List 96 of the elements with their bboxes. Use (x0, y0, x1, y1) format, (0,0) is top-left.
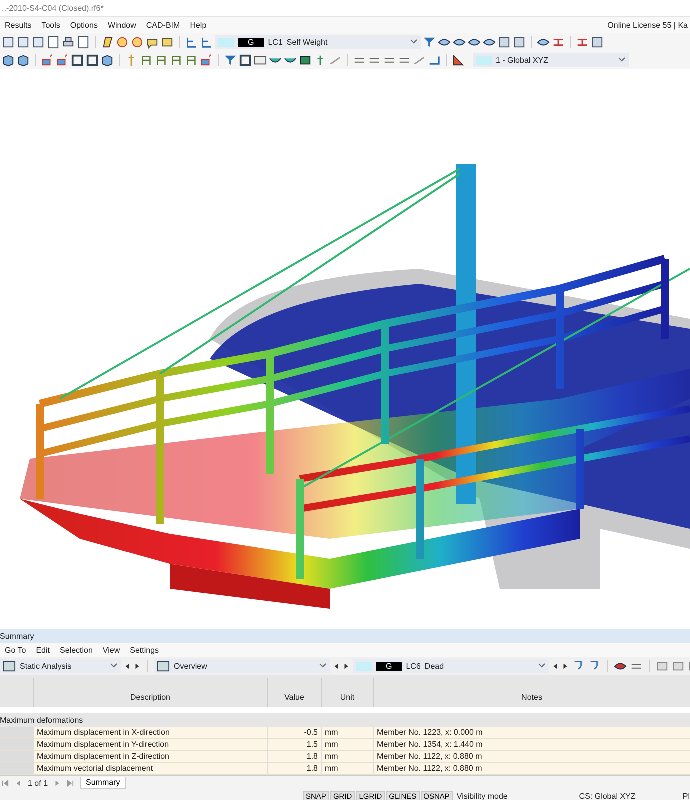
table-cell: mm (321, 739, 373, 750)
coordinate-system-label[interactable]: CS: Global XYZ (579, 792, 683, 800)
page-icon[interactable] (77, 36, 90, 48)
table-cell: mm (321, 751, 373, 762)
box-icon[interactable] (498, 36, 511, 48)
node-icon[interactable] (56, 54, 69, 66)
frame-icon[interactable] (239, 54, 252, 66)
chart-icon[interactable] (452, 54, 465, 66)
chevron-down-icon (319, 662, 327, 670)
table-cell: mm (321, 763, 373, 774)
next-icon[interactable] (562, 662, 569, 670)
menu-item[interactable]: Selection (55, 646, 98, 654)
table-cell: -0.5 (267, 727, 321, 738)
table-cell: Maximum displacement in Z-direction (33, 751, 267, 762)
cube-icon[interactable] (2, 54, 15, 66)
menu-item[interactable]: Edit (31, 646, 55, 654)
load-case-number: LC6 (406, 662, 421, 670)
table-cell: Maximum displacement in X-direction (33, 727, 267, 738)
panel-title: Summary (0, 632, 34, 640)
table-cell: 1.8 (267, 751, 321, 762)
table-icon[interactable] (32, 36, 45, 48)
table-cell: Member No. 1223, x: 0.000 m (373, 727, 690, 738)
previous-icon[interactable] (552, 662, 559, 670)
table-row[interactable]: Maximum displacement in X-direction -0.5 mm Member No. 1223, x: 0.000 m (0, 727, 690, 739)
view-selector[interactable]: 1 - Global XYZ (473, 53, 629, 67)
menu-item[interactable]: Go To (0, 646, 32, 654)
table-icon[interactable] (2, 36, 15, 48)
table-cell: mm (321, 727, 373, 738)
previous-icon[interactable] (124, 662, 131, 670)
chevron-down-icon (538, 662, 546, 670)
menu-item[interactable]: Help (185, 20, 212, 30)
box-icon[interactable] (299, 54, 312, 66)
menu-item[interactable]: Options (65, 20, 103, 30)
table-cell: 1.8 (267, 763, 321, 774)
filter-icon[interactable] (423, 36, 436, 48)
menu-item[interactable]: Window (102, 20, 142, 30)
analysis-label: Static Analysis (20, 662, 73, 670)
arrow-icon[interactable] (572, 660, 585, 672)
table-row[interactable]: Maximum vectorial displacement 1.8 mm Member No. 1122, x: 0.880 m (0, 763, 690, 775)
load-case-number: LC1 (268, 38, 283, 46)
node-icon[interactable] (41, 54, 54, 66)
frame-icon[interactable] (71, 54, 84, 66)
table-cell: Maximum vectorial displacement (33, 763, 267, 774)
menu-item[interactable]: Tools (36, 20, 66, 30)
table-cell: Maximum displacement in Y-direction (33, 739, 267, 750)
load-type-label: G (238, 38, 264, 46)
polygon-icon[interactable] (101, 36, 114, 48)
load-type-label: G (376, 662, 402, 670)
cube-icon[interactable] (17, 54, 30, 66)
load-case-name: Self Weight (286, 38, 329, 46)
analysis-dropdown[interactable]: Static Analysis (0, 659, 121, 673)
view-dropdown[interactable]: Overview (154, 659, 330, 673)
table-cell: Member No. 1354, x: 1.440 m (373, 739, 690, 750)
window-icon[interactable] (47, 36, 60, 48)
node-icon[interactable] (200, 54, 213, 66)
sheet-tab[interactable]: Summary (80, 777, 126, 789)
chevron-down-icon (110, 662, 118, 670)
table-cell: 1.5 (267, 739, 321, 750)
menu-item[interactable]: Settings (125, 646, 164, 654)
table-icon (3, 660, 16, 672)
next-icon[interactable] (343, 662, 350, 670)
previous-icon[interactable] (333, 662, 340, 670)
grid-icon[interactable] (513, 36, 526, 48)
arrow-icon[interactable] (588, 660, 601, 672)
load-case-selector[interactable]: G LC1 Self Weight (215, 35, 421, 49)
view-name: 1 - Global XYZ (496, 56, 550, 64)
chevron-down-icon (618, 56, 626, 64)
load-case-dropdown[interactable]: G LC6 Dead (353, 659, 549, 673)
group-heading: Maximum deformations (0, 716, 84, 724)
last-page-icon[interactable] (67, 780, 74, 786)
grid-icon[interactable] (656, 660, 669, 672)
plane-label[interactable]: Pl (682, 792, 690, 800)
license-label: Online License 55 | Ka (608, 20, 689, 30)
frame-icon[interactable] (86, 54, 99, 66)
menu-item[interactable]: CAD-BIM (141, 20, 186, 30)
filter-icon[interactable] (224, 54, 237, 66)
box-icon[interactable] (101, 54, 114, 66)
printer-icon[interactable] (62, 36, 75, 48)
window-title: ..-2010-S4-C04 (Closed).rf6* (2, 4, 104, 12)
table-row[interactable]: Maximum displacement in Z-direction 1.8 mm Member No. 1122, x: 0.880 m (0, 751, 690, 763)
table-cell: Member No. 1122, x: 0.880 m (373, 763, 690, 774)
table-cell: Member No. 1122, x: 0.880 m (373, 751, 690, 762)
film-icon[interactable] (254, 54, 267, 66)
table-icon (157, 660, 170, 672)
page-indicator: 1 of 1 (28, 778, 48, 788)
next-icon[interactable] (134, 662, 141, 670)
grid-icon[interactable] (591, 36, 604, 48)
table-row[interactable]: Maximum displacement in Y-direction 1.5 mm Member No. 1354, x: 1.440 m (0, 739, 690, 751)
chevron-down-icon (410, 38, 418, 46)
table-icon[interactable] (17, 36, 30, 48)
load-case-name: Dead (424, 662, 446, 670)
view-label: Overview (174, 662, 208, 670)
first-page-icon[interactable] (2, 780, 9, 786)
menu-item[interactable]: Results (0, 20, 37, 30)
visibility-mode-label[interactable]: Visibility mode (456, 792, 580, 800)
menu-item[interactable]: View (98, 646, 126, 654)
